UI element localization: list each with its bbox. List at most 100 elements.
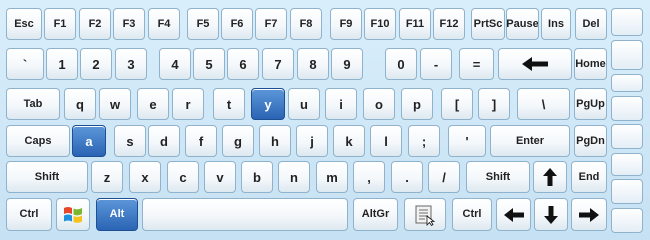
key-m[interactable]: m (316, 161, 348, 193)
key-e[interactable]: e (137, 88, 169, 120)
key-minus[interactable]: - (420, 48, 452, 80)
key-c[interactable]: c (167, 161, 199, 193)
key-slash[interactable]: / (428, 161, 460, 193)
key-a[interactable]: a (72, 125, 106, 157)
arrow-down-icon (544, 205, 558, 224)
key-f3[interactable]: F3 (113, 8, 145, 40)
key-n[interactable]: n (278, 161, 310, 193)
side-panel-button[interactable] (611, 153, 643, 176)
key-o[interactable]: o (363, 88, 395, 120)
key-j[interactable]: j (296, 125, 328, 157)
key-shift-right[interactable]: Shift (466, 161, 530, 193)
arrow-left-icon (522, 57, 548, 71)
key-h[interactable]: h (259, 125, 291, 157)
arrow-left-icon (503, 207, 524, 222)
key-right-bracket[interactable]: ] (478, 88, 510, 120)
key-f6[interactable]: F6 (221, 8, 253, 40)
key-b[interactable]: b (241, 161, 273, 193)
key-altgr[interactable]: AltGr (353, 198, 398, 231)
key-8[interactable]: 8 (297, 48, 329, 80)
key-prtsc[interactable]: PrtSc (471, 8, 505, 40)
key-6[interactable]: 6 (227, 48, 259, 80)
key-ins[interactable]: Ins (541, 8, 571, 40)
key-v[interactable]: v (204, 161, 236, 193)
key-f4[interactable]: F4 (148, 8, 180, 40)
key-backtick[interactable]: ` (6, 48, 44, 80)
key-7[interactable]: 7 (262, 48, 294, 80)
key-left-bracket[interactable]: [ (441, 88, 473, 120)
key-f7[interactable]: F7 (255, 8, 287, 40)
key-f8[interactable]: F8 (290, 8, 322, 40)
key-pgdn[interactable]: PgDn (574, 125, 607, 157)
key-arrow-left[interactable] (496, 198, 531, 231)
key-q[interactable]: q (64, 88, 96, 120)
key-enter[interactable]: Enter (490, 125, 570, 157)
key-f9[interactable]: F9 (330, 8, 362, 40)
key-ctrl-right[interactable]: Ctrl (452, 198, 492, 231)
key-backslash[interactable]: \ (517, 88, 570, 120)
side-panel-button[interactable] (611, 74, 643, 92)
side-panel-button[interactable] (611, 8, 643, 36)
key-k[interactable]: k (333, 125, 365, 157)
key-ctrl-left[interactable]: Ctrl (6, 198, 52, 231)
key-s[interactable]: s (114, 125, 146, 157)
key-arrow-down[interactable] (534, 198, 568, 231)
key-t[interactable]: t (213, 88, 245, 120)
side-panel-button[interactable] (611, 124, 643, 149)
key-l[interactable]: l (370, 125, 402, 157)
side-panel-button[interactable] (611, 40, 643, 70)
arrow-right-icon (579, 207, 599, 222)
arrow-up-icon (543, 168, 557, 186)
key-x[interactable]: x (129, 161, 161, 193)
key-f[interactable]: f (185, 125, 217, 157)
key-r[interactable]: r (172, 88, 204, 120)
key-3[interactable]: 3 (115, 48, 147, 80)
key-semicolon[interactable]: ; (408, 125, 440, 157)
key-d[interactable]: d (148, 125, 180, 157)
key-w[interactable]: w (99, 88, 131, 120)
key-space[interactable] (142, 198, 348, 231)
key-f2[interactable]: F2 (79, 8, 111, 40)
key-period[interactable]: . (391, 161, 423, 193)
key-5[interactable]: 5 (193, 48, 225, 80)
key-end[interactable]: End (571, 161, 607, 193)
key-context-menu[interactable] (404, 198, 446, 231)
key-u[interactable]: u (288, 88, 320, 120)
key-9[interactable]: 9 (331, 48, 363, 80)
key-f11[interactable]: F11 (399, 8, 431, 40)
key-del[interactable]: Del (575, 8, 607, 40)
side-panel-button[interactable] (611, 179, 643, 204)
key-pgup[interactable]: PgUp (574, 88, 607, 120)
key-equals[interactable]: = (459, 48, 494, 80)
windows-logo-icon (64, 206, 82, 223)
key-home[interactable]: Home (574, 48, 607, 80)
key-f5[interactable]: F5 (187, 8, 219, 40)
key-y[interactable]: y (251, 88, 285, 120)
key-2[interactable]: 2 (80, 48, 112, 80)
key-0[interactable]: 0 (385, 48, 417, 80)
key-g[interactable]: g (222, 125, 254, 157)
key-arrow-up[interactable] (533, 161, 567, 193)
key-backspace[interactable] (498, 48, 572, 80)
key-pause[interactable]: Pause (506, 8, 539, 40)
key-f1[interactable]: F1 (44, 8, 76, 40)
on-screen-keyboard: Esc F1 F2 F3 F4 F5 F6 F7 F8 F9 F10 F11 F… (0, 0, 650, 240)
key-quote[interactable]: ' (448, 125, 486, 157)
key-1[interactable]: 1 (46, 48, 78, 80)
key-shift-left[interactable]: Shift (6, 161, 88, 193)
key-i[interactable]: i (325, 88, 357, 120)
side-panel-button[interactable] (611, 96, 643, 121)
key-caps[interactable]: Caps (6, 125, 70, 157)
key-esc[interactable]: Esc (6, 8, 42, 40)
key-f10[interactable]: F10 (364, 8, 396, 40)
key-windows[interactable] (56, 198, 90, 231)
side-panel-button[interactable] (611, 208, 643, 233)
key-tab[interactable]: Tab (6, 88, 60, 120)
key-z[interactable]: z (91, 161, 123, 193)
key-f12[interactable]: F12 (433, 8, 465, 40)
key-comma[interactable]: , (353, 161, 385, 193)
key-4[interactable]: 4 (159, 48, 191, 80)
key-arrow-right[interactable] (571, 198, 607, 231)
key-p[interactable]: p (401, 88, 433, 120)
key-alt[interactable]: Alt (96, 198, 138, 231)
